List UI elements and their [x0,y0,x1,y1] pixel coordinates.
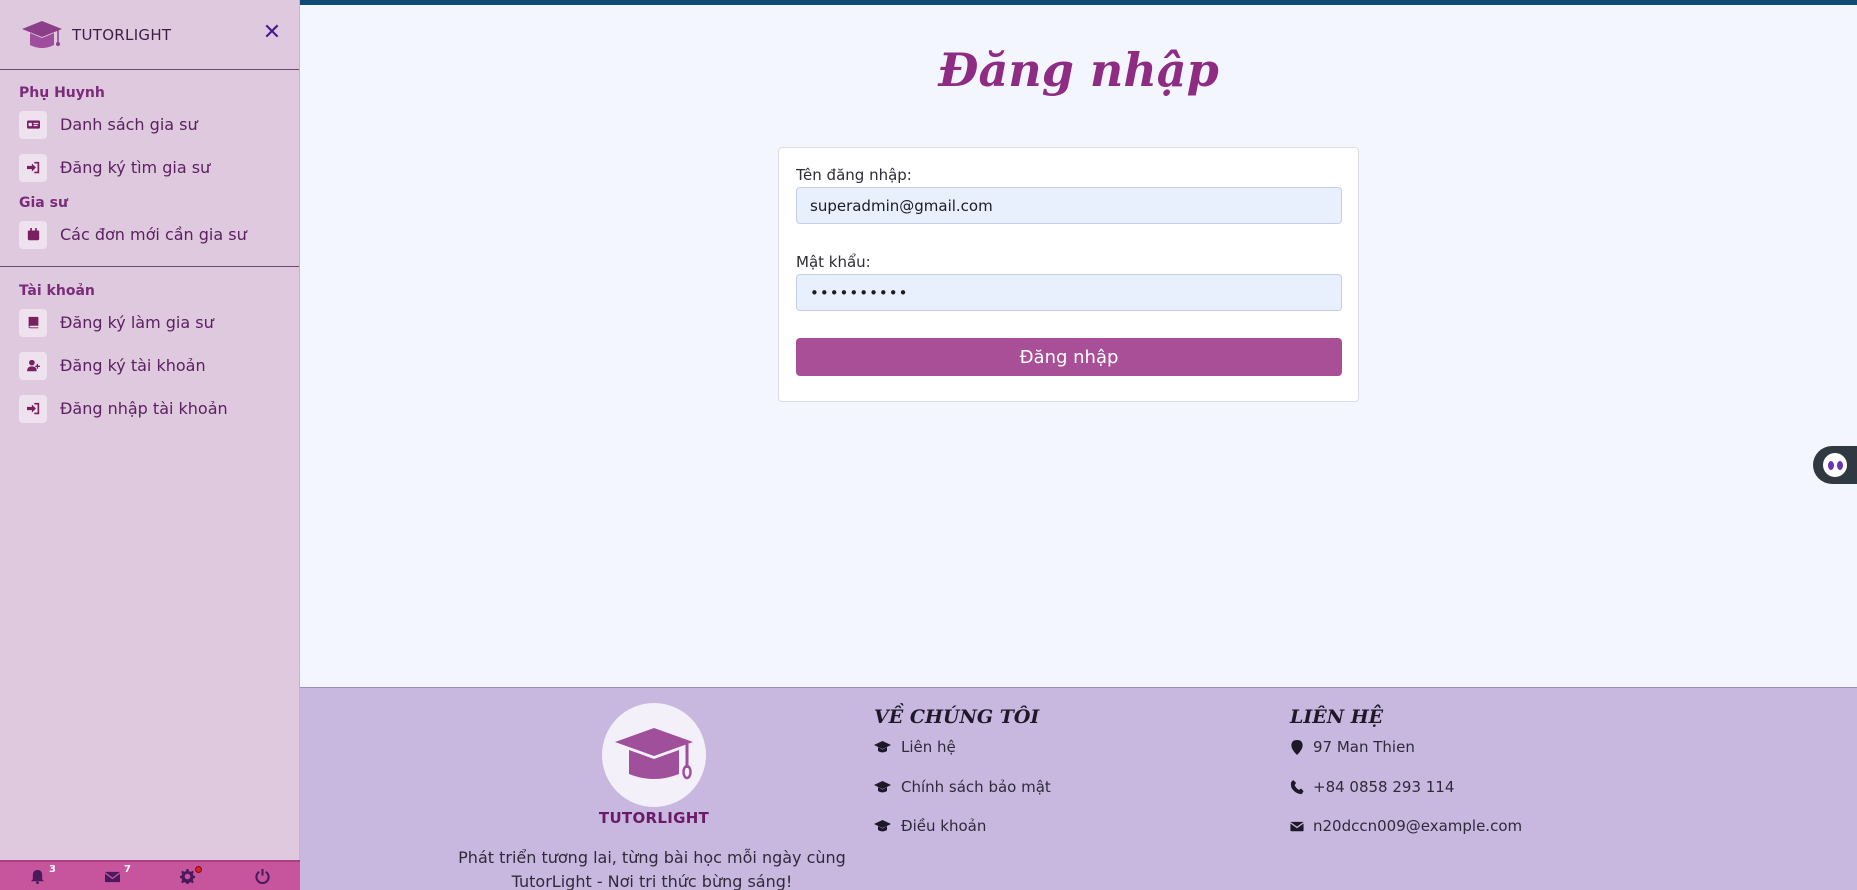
bell-icon [30,869,45,884]
sidebar-item-login-account[interactable]: Đăng nhập tài khoản [0,387,299,430]
graduation-cap-icon [874,820,891,832]
notifications-count: 3 [49,864,56,875]
settings-alert-dot [195,866,202,873]
sidebar-item-new-requests[interactable]: Các đơn mới cần gia sư [0,213,299,256]
footer-tagline: Phát triển tương lai, từng bài học mỗi n… [458,848,846,890]
messages-button[interactable]: 7 [75,861,150,890]
sign-in-icon [19,153,47,182]
username-input[interactable] [796,187,1342,224]
main-content: Đăng nhập Tên đăng nhập: Mật khẩu: Đăng … [300,5,1857,687]
section-title-account: Tài khoản [19,283,95,299]
map-marker-icon [1291,739,1303,755]
user-plus-icon [19,351,47,380]
graduation-cap-icon [615,728,693,780]
sidebar-item-label: Các đơn mới cần gia sư [60,225,247,244]
phone-icon [1290,779,1304,794]
envelope-icon [1290,821,1304,831]
settings-button[interactable] [150,861,225,890]
footer-link-label: Liên hệ [901,738,956,756]
password-label: Mật khẩu: [796,253,871,271]
sidebar-item-label: Đăng nhập tài khoản [60,399,228,418]
envelope-icon [105,871,120,882]
close-sidebar-button[interactable]: ✕ [261,22,283,44]
graduation-cap-icon [22,20,62,48]
contact-email[interactable]: n20dccn009@example.com [1290,817,1522,835]
gear-icon [180,868,195,884]
footer-link-terms[interactable]: Điều khoản [874,817,986,835]
contact-address: 97 Man Thien [1290,738,1415,756]
footer-link-label: Chính sách bảo mật [901,778,1051,796]
chat-widget-button[interactable] [1813,446,1857,484]
footer-logo [602,703,706,807]
contact-phone-text: +84 0858 293 114 [1313,778,1455,796]
footer-link-label: Điều khoản [901,817,987,835]
sidebar: TUTORLIGHT ✕ Phụ Huynh Danh sách gia sư … [0,0,300,890]
footer-link-privacy[interactable]: Chính sách bảo mật [874,778,1051,796]
sidebar-item-register-account[interactable]: Đăng ký tài khoản [0,344,299,387]
graduation-cap-icon [874,741,891,753]
page-title: Đăng nhập [938,43,1219,97]
about-us-title: VỀ CHÚNG TÔI [874,706,1040,728]
footer-link-contact[interactable]: Liên hệ [874,738,956,756]
footer-brand-name: TUTORLIGHT [598,809,710,827]
sidebar-item-label: Đăng ký làm gia sư [60,313,214,332]
sidebar-item-label: Đăng ký tài khoản [60,356,206,375]
brand-name: TUTORLIGHT [72,25,172,44]
contact-email-text: n20dccn009@example.com [1313,817,1523,835]
sidebar-item-tutor-list[interactable]: Danh sách gia sư [0,103,299,146]
username-label: Tên đăng nhập: [796,166,912,184]
sidebar-item-label: Danh sách gia sư [60,115,198,134]
logout-button[interactable] [225,861,300,890]
sign-in-icon [19,394,47,423]
messages-count: 7 [124,864,131,875]
contact-phone: +84 0858 293 114 [1290,778,1454,796]
section-title-parents: Phụ Huynh [19,85,105,101]
sidebar-brand[interactable]: TUTORLIGHT ✕ [0,0,299,70]
calendar-icon [19,220,47,249]
sidebar-footer: 3 7 [0,860,300,890]
graduation-cap-icon [874,781,891,793]
notifications-button[interactable]: 3 [0,861,75,890]
page-footer: TUTORLIGHT Phát triển tương lai, từng bà… [300,687,1857,890]
book-icon [19,308,47,337]
contact-address-text: 97 Man Thien [1313,738,1415,756]
sidebar-item-become-tutor[interactable]: Đăng ký làm gia sư [0,301,299,344]
sidebar-divider [0,266,299,267]
login-form: Tên đăng nhập: Mật khẩu: Đăng nhập [778,147,1359,402]
login-button[interactable]: Đăng nhập [796,338,1342,376]
id-card-icon [19,110,47,139]
section-title-tutors: Gia sư [19,195,68,211]
power-icon [255,868,270,884]
contact-title: LIÊN HỆ [1290,706,1384,728]
password-input[interactable] [796,274,1342,311]
chatbot-icon [1823,453,1847,477]
sidebar-item-find-tutor[interactable]: Đăng ký tìm gia sư [0,146,299,189]
sidebar-item-label: Đăng ký tìm gia sư [60,158,211,177]
